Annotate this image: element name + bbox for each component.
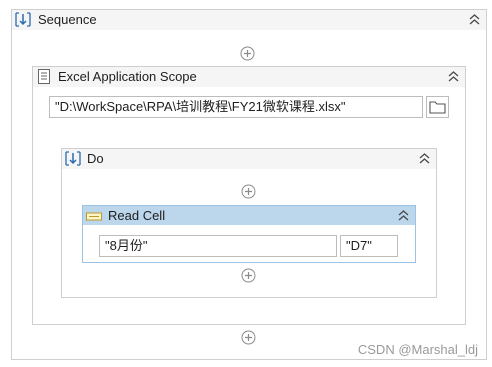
cell-field[interactable]: "D7" bbox=[340, 235, 398, 257]
add-activity-icon[interactable] bbox=[241, 268, 256, 283]
do-collapse-icon[interactable] bbox=[418, 152, 431, 165]
add-activity-icon[interactable] bbox=[241, 330, 256, 345]
add-activity-icon[interactable] bbox=[240, 46, 255, 61]
excel-scope-title: Excel Application Scope bbox=[58, 69, 197, 84]
sequence-collapse-icon[interactable] bbox=[468, 13, 481, 26]
sheet-name-field[interactable]: "8月份" bbox=[99, 235, 337, 257]
add-activity-icon[interactable] bbox=[241, 184, 256, 199]
excel-scope-collapse-icon[interactable] bbox=[447, 70, 460, 83]
sequence-icon bbox=[15, 12, 31, 27]
excel-scope-header[interactable]: Excel Application Scope bbox=[33, 67, 465, 87]
do-title: Do bbox=[87, 151, 104, 166]
read-cell-icon bbox=[86, 210, 102, 221]
read-cell-header[interactable]: Read Cell bbox=[83, 206, 415, 225]
sequence-header[interactable]: Sequence bbox=[12, 10, 486, 30]
sequence-title: Sequence bbox=[38, 12, 97, 27]
read-cell-title: Read Cell bbox=[108, 208, 166, 223]
watermark: CSDN @Marshal_ldj bbox=[357, 342, 478, 357]
do-header[interactable]: Do bbox=[62, 149, 436, 169]
do-sequence-icon bbox=[65, 151, 81, 166]
read-cell-collapse-icon[interactable] bbox=[397, 209, 410, 222]
workbook-path-field[interactable]: "D:\WorkSpace\RPA\培训教程\FY21微软课程.xlsx" bbox=[49, 96, 423, 118]
browse-folder-icon[interactable] bbox=[426, 96, 449, 118]
excel-scope-icon bbox=[38, 69, 50, 84]
